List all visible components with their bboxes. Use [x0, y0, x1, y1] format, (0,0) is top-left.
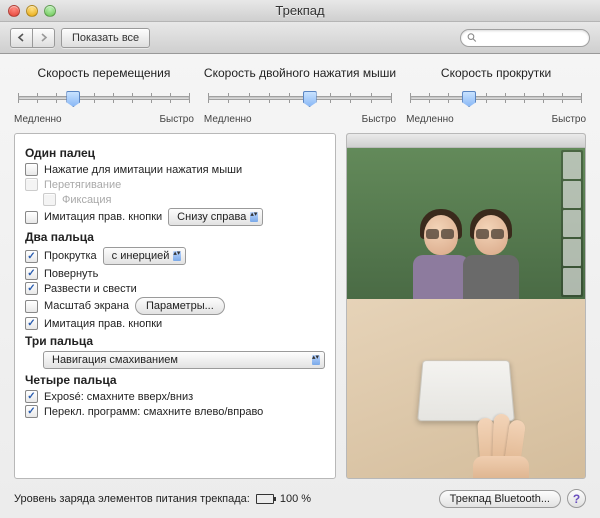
- search-icon: [467, 32, 477, 43]
- window-controls: [0, 5, 56, 17]
- screen-zoom-options-button[interactable]: Параметры...: [135, 297, 225, 315]
- scroll-row[interactable]: Прокрутка с инерцией ▴▾: [25, 247, 325, 265]
- tracking-speed-slider[interactable]: [14, 86, 194, 112]
- toolbar: Показать все: [0, 22, 600, 54]
- scroll-speed-slider[interactable]: [406, 86, 586, 112]
- titlebar: Трекпад: [0, 0, 600, 22]
- content: Скорость перемещения МедленноБыстро Скор…: [0, 54, 600, 518]
- minimize-icon[interactable]: [26, 5, 38, 17]
- three-finger-action-popup[interactable]: Навигация смахиванием ▴▾: [43, 351, 325, 369]
- double-click-speed-block: Скорость двойного нажатия мыши МедленноБ…: [204, 66, 396, 125]
- secondary-click-2f-row[interactable]: Имитация прав. кнопки: [25, 317, 325, 330]
- double-click-speed-label: Скорость двойного нажатия мыши: [204, 66, 396, 80]
- drag-lock-checkbox: [43, 193, 56, 206]
- app-switch-row[interactable]: Перекл. программ: смахните влево/вправо: [25, 405, 325, 418]
- battery-label: Уровень заряда элементов питания трекпад…: [14, 493, 250, 505]
- double-click-speed-slider[interactable]: [204, 86, 396, 112]
- battery-value: 100 %: [280, 493, 311, 505]
- scroll-speed-label: Скорость прокрутки: [441, 66, 551, 80]
- rotate-row[interactable]: Повернуть: [25, 267, 325, 280]
- scroll-mode-popup[interactable]: с инерцией ▴▾: [103, 247, 187, 265]
- secondary-click-2f-checkbox[interactable]: [25, 317, 38, 330]
- help-button[interactable]: ?: [567, 489, 586, 508]
- expose-checkbox[interactable]: [25, 390, 38, 403]
- app-switch-checkbox[interactable]: [25, 405, 38, 418]
- close-icon[interactable]: [8, 5, 20, 17]
- expose-row[interactable]: Exposé: смахните вверх/вниз: [25, 390, 325, 403]
- scroll-speed-block: Скорость прокрутки МедленноБыстро: [406, 66, 586, 125]
- tracking-speed-label: Скорость перемещения: [38, 66, 171, 80]
- main-area: Один палец Нажатие для имитации нажатия …: [14, 133, 586, 479]
- battery-icon: [256, 494, 274, 504]
- secondary-click-position-popup[interactable]: Снизу справа ▴▾: [168, 208, 263, 226]
- drag-lock-row: Фиксация: [25, 193, 325, 206]
- dragging-checkbox: [25, 178, 38, 191]
- dragging-row: Перетягивание: [25, 178, 325, 191]
- show-all-button[interactable]: Показать все: [61, 28, 150, 48]
- bluetooth-trackpad-button[interactable]: Трекпад Bluetooth...: [439, 490, 561, 508]
- three-finger-action-row[interactable]: Навигация смахиванием ▴▾: [25, 351, 325, 369]
- one-finger-heading: Один палец: [25, 146, 325, 160]
- window-title: Трекпад: [275, 3, 324, 18]
- gesture-options-panel: Один палец Нажатие для имитации нажатия …: [14, 133, 336, 479]
- scroll-checkbox[interactable]: [25, 250, 38, 263]
- pinch-row[interactable]: Развести и свести: [25, 282, 325, 295]
- tap-to-click-row[interactable]: Нажатие для имитации нажатия мыши: [25, 163, 325, 176]
- back-button[interactable]: [10, 28, 32, 48]
- forward-button[interactable]: [32, 28, 55, 48]
- speed-sliders: Скорость перемещения МедленноБыстро Скор…: [14, 66, 586, 125]
- zoom-icon[interactable]: [44, 5, 56, 17]
- screen-zoom-row[interactable]: Масштаб экрана Параметры...: [25, 297, 325, 315]
- footer: Уровень заряда элементов питания трекпад…: [14, 489, 586, 508]
- gesture-preview: [346, 133, 586, 479]
- preview-screen: [347, 134, 585, 299]
- secondary-click-1f-row[interactable]: Имитация прав. кнопки Снизу справа ▴▾: [25, 208, 325, 226]
- nav-buttons: [10, 28, 55, 48]
- preview-trackpad: [347, 299, 585, 478]
- two-fingers-heading: Два пальца: [25, 230, 325, 244]
- hand-icon: [471, 412, 533, 479]
- tracking-speed-block: Скорость перемещения МедленноБыстро: [14, 66, 194, 125]
- search-input[interactable]: [481, 32, 583, 44]
- pinch-checkbox[interactable]: [25, 282, 38, 295]
- system-preferences-window: Трекпад Показать все Скорость перемещени…: [0, 0, 600, 518]
- four-fingers-heading: Четыре пальца: [25, 373, 325, 387]
- rotate-checkbox[interactable]: [25, 267, 38, 280]
- three-fingers-heading: Три пальца: [25, 334, 325, 348]
- screen-zoom-checkbox[interactable]: [25, 300, 38, 313]
- secondary-click-1f-checkbox[interactable]: [25, 211, 38, 224]
- search-field[interactable]: [460, 29, 590, 47]
- tap-to-click-checkbox[interactable]: [25, 163, 38, 176]
